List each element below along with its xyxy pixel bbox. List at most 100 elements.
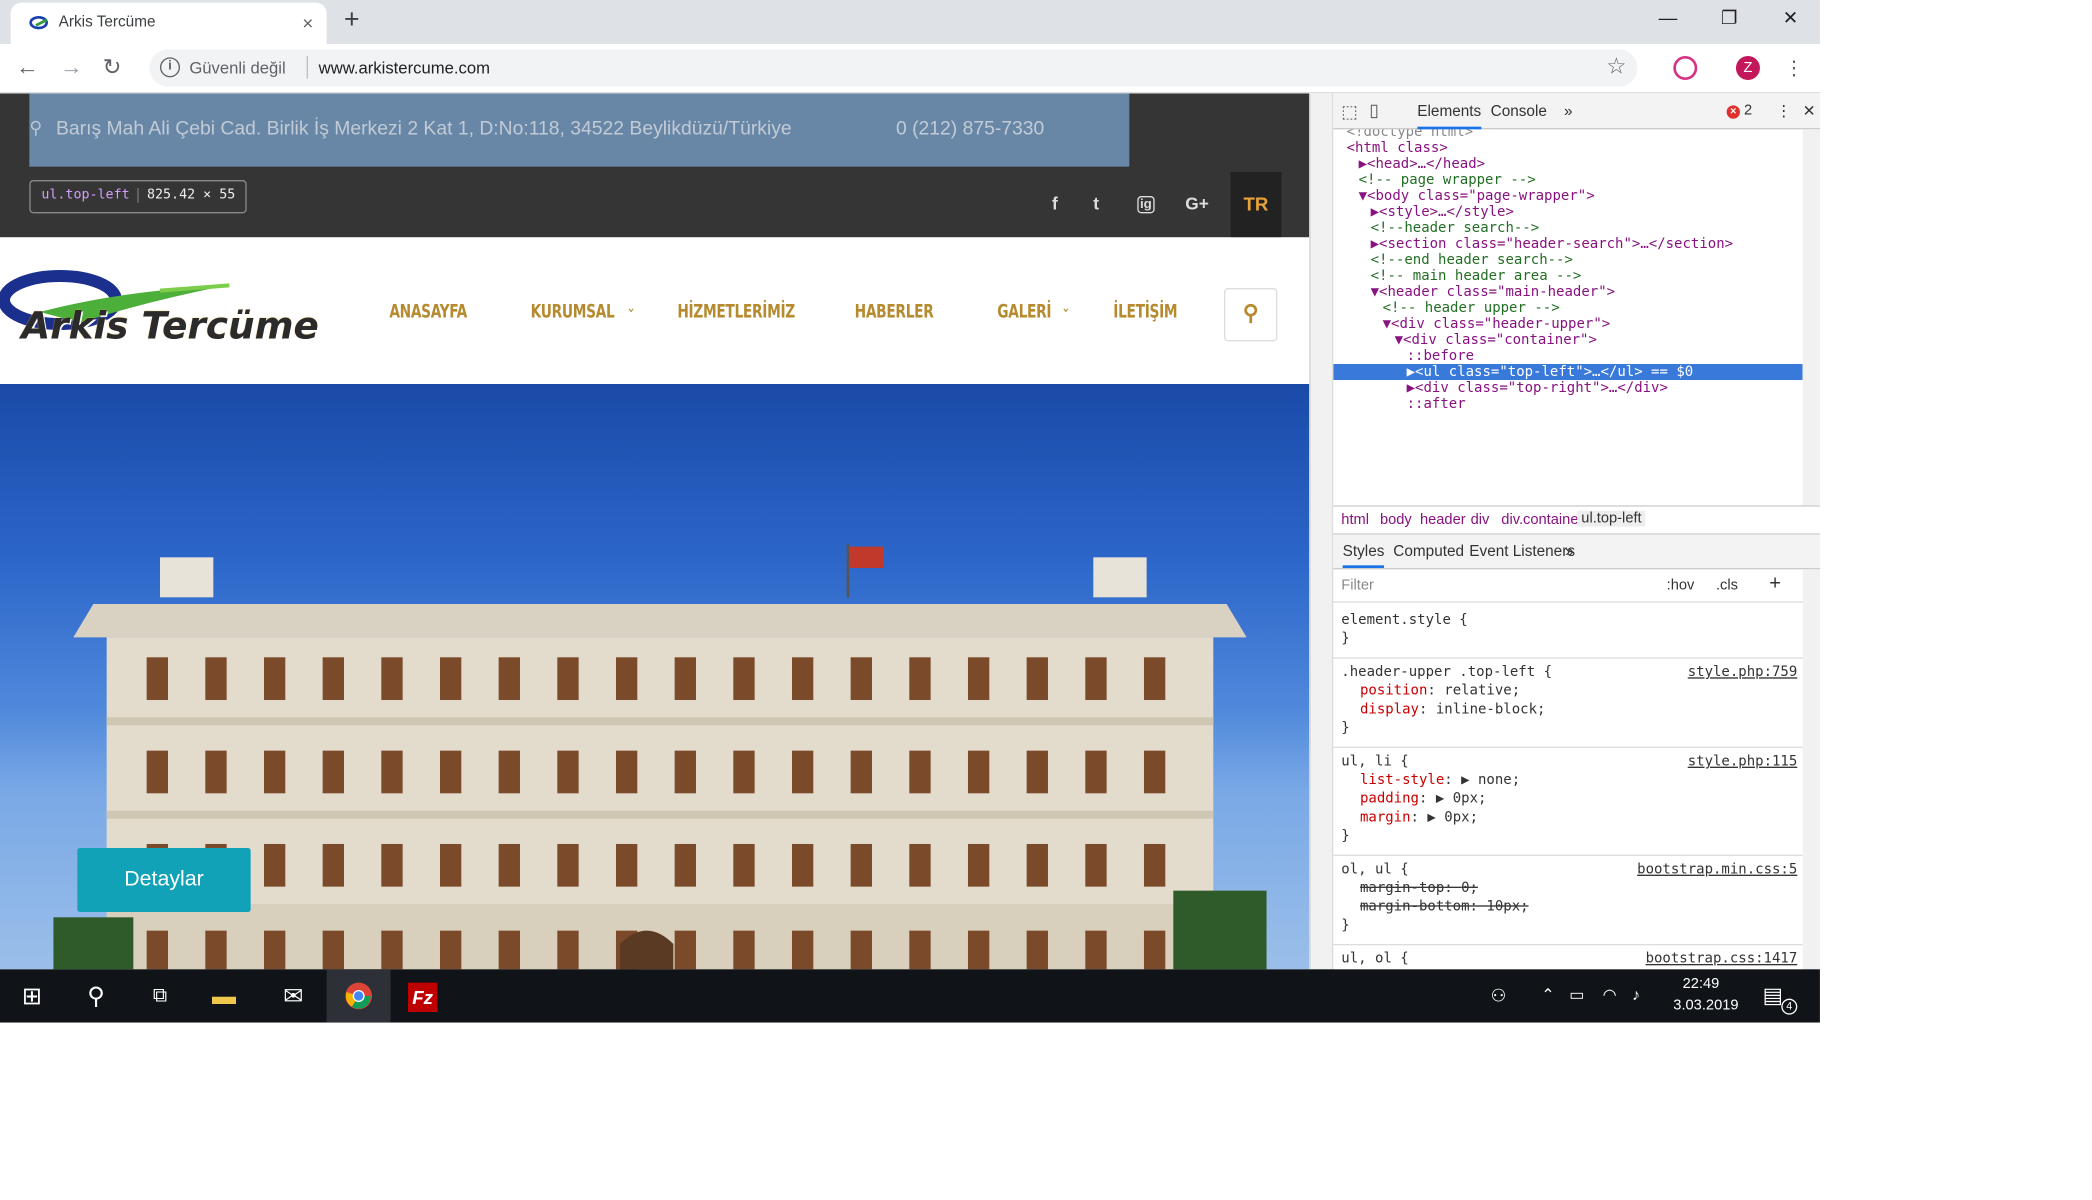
tab-close-icon[interactable]: ×: [302, 12, 313, 33]
dom-node[interactable]: ::before: [1333, 348, 1802, 364]
url-text[interactable]: www.arkistercume.com: [319, 59, 490, 78]
filezilla-icon[interactable]: Fz: [391, 969, 455, 1022]
clock-time[interactable]: 22:49: [1683, 976, 1720, 992]
breadcrumb-item[interactable]: div: [1471, 512, 1490, 528]
google-plus-icon[interactable]: G+: [1185, 193, 1209, 213]
battery-icon[interactable]: ▭: [1569, 985, 1584, 1004]
new-rule-button[interactable]: +: [1769, 572, 1781, 595]
dom-node[interactable]: <!--end header search-->: [1333, 252, 1802, 268]
css-declaration[interactable]: margin-bottom: 10px;: [1360, 897, 1529, 916]
more-tabs-icon[interactable]: »: [1564, 104, 1573, 120]
tab-event-listeners[interactable]: Event Listeners: [1469, 544, 1575, 560]
breadcrumb-item[interactable]: header: [1420, 512, 1466, 528]
css-rule[interactable]: ul, li {style.php:115 list-style: ▶ none;…: [1333, 749, 1803, 856]
profile-avatar[interactable]: Z: [1735, 55, 1760, 80]
breadcrumb-item[interactable]: div.container: [1501, 512, 1583, 528]
devtools-menu-icon[interactable]: ⋮: [1776, 101, 1791, 120]
css-declaration[interactable]: padding: ▶ 0px;: [1360, 789, 1486, 808]
inspect-element-icon[interactable]: ⬚: [1341, 101, 1357, 122]
css-source-link[interactable]: bootstrap.min.css:5: [1637, 860, 1797, 879]
site-logo[interactable]: Arkis Tercüme: [0, 267, 320, 354]
css-source-link[interactable]: style.php:759: [1688, 663, 1798, 682]
volume-icon[interactable]: ♪: [1632, 985, 1640, 1004]
styles-scrollbar[interactable]: [1802, 569, 1820, 970]
devtools-close-icon[interactable]: ✕: [1803, 101, 1816, 120]
details-button[interactable]: Detaylar: [77, 847, 251, 912]
css-declaration[interactable]: display: inline-block;: [1360, 700, 1545, 719]
menu-kebab-icon[interactable]: ⋮: [1784, 56, 1804, 80]
css-rule[interactable]: ul, ol {bootstrap.css:1417: [1333, 947, 1802, 970]
action-center-icon[interactable]: ▤: [1763, 983, 1783, 1010]
device-toolbar-icon[interactable]: ▯: [1369, 100, 1379, 121]
address-bar[interactable]: i Güvenli değil www.arkistercume.com ☆: [149, 49, 1638, 87]
dom-node[interactable]: <!-- main header area -->: [1333, 268, 1802, 284]
tab-elements[interactable]: Elements: [1417, 104, 1482, 130]
styles-filter[interactable]: Filter :hov .cls +: [1333, 569, 1803, 603]
nav-haberler[interactable]: HABERLER: [855, 301, 934, 322]
css-rule[interactable]: element.style {}: [1333, 608, 1803, 659]
bookmark-star-icon[interactable]: ☆: [1606, 53, 1626, 80]
instagram-icon[interactable]: ig: [1137, 195, 1155, 214]
twitter-icon[interactable]: t: [1093, 193, 1099, 213]
galeri-chevron-down-icon[interactable]: ⌄: [1061, 299, 1070, 316]
tab-computed[interactable]: Computed: [1393, 544, 1464, 560]
kurumsal-chevron-down-icon[interactable]: ⌄: [627, 299, 636, 316]
clock-date[interactable]: 3.03.2019: [1673, 997, 1738, 1013]
extension-icon[interactable]: [1673, 55, 1698, 80]
dom-node[interactable]: ▶<section class="header-search">…</secti…: [1333, 236, 1802, 252]
dom-node[interactable]: ▼<body class="page-wrapper">: [1333, 188, 1802, 204]
nav-galeri[interactable]: GALERİ: [997, 301, 1051, 322]
forward-arrow-icon[interactable]: →: [60, 55, 83, 82]
css-declaration[interactable]: position: relative;: [1360, 681, 1520, 700]
dom-node[interactable]: <!doctype html>: [1333, 129, 1802, 140]
dom-tree-scrollbar[interactable]: [1802, 129, 1820, 506]
css-source-link[interactable]: style.php:115: [1688, 752, 1798, 771]
search-button[interactable]: ⚲: [1223, 287, 1278, 342]
hov-toggle[interactable]: :hov: [1667, 577, 1695, 593]
contact-phone[interactable]: 0 (212) 875-7330: [896, 119, 1044, 140]
breadcrumb-item-current[interactable]: ul.top-left: [1577, 510, 1646, 527]
minimize-button[interactable]: —: [1637, 7, 1698, 28]
breadcrumb-item[interactable]: html: [1341, 512, 1369, 528]
dom-node[interactable]: <!--header search-->: [1333, 220, 1802, 236]
dom-node[interactable]: ▶<style>…</style>: [1333, 204, 1802, 220]
devtools-left-scrollbar[interactable]: [1310, 93, 1334, 970]
cls-toggle[interactable]: .cls: [1716, 577, 1738, 593]
start-windows-icon[interactable]: ⊞: [0, 969, 64, 1022]
error-badge[interactable]: × 2: [1726, 103, 1752, 119]
language-selector[interactable]: TR: [1230, 171, 1282, 238]
tab-styles[interactable]: Styles: [1342, 544, 1385, 568]
chrome-icon[interactable]: [326, 969, 391, 1023]
tab-console[interactable]: Console: [1491, 104, 1547, 120]
task-view-icon[interactable]: ⧉: [128, 969, 192, 1022]
file-explorer-icon[interactable]: ▬: [192, 969, 256, 1022]
new-tab-button[interactable]: +: [344, 5, 360, 36]
dom-node[interactable]: ▼<header class="main-header">: [1333, 284, 1802, 300]
nav-kurumsal[interactable]: KURUMSAL: [531, 301, 615, 322]
restore-button[interactable]: ❐: [1699, 7, 1760, 30]
nav-anasayfa[interactable]: ANASAYFA: [389, 301, 467, 322]
dom-node[interactable]: <html class>: [1333, 140, 1802, 156]
close-window-button[interactable]: ✕: [1760, 7, 1820, 30]
dom-node[interactable]: ▼<div class="container">: [1333, 332, 1802, 348]
search-icon[interactable]: ⚲: [64, 969, 128, 1022]
css-declaration[interactable]: margin: ▶ 0px;: [1360, 808, 1478, 827]
mail-icon[interactable]: ✉: [261, 969, 325, 1022]
nav-hizmetlerimiz[interactable]: HİZMETLERİMİZ: [677, 301, 795, 322]
security-label[interactable]: Güvenli değil: [189, 59, 285, 78]
breadcrumb-item[interactable]: body: [1380, 512, 1412, 528]
browser-tab[interactable]: Arkis Tercüme ×: [10, 2, 327, 44]
wifi-icon[interactable]: ◠: [1603, 985, 1617, 1004]
css-source-link[interactable]: bootstrap.css:1417: [1646, 949, 1798, 968]
css-declaration[interactable]: list-style: ▶ none;: [1360, 771, 1520, 790]
reload-icon[interactable]: ↻: [103, 55, 122, 82]
css-rule[interactable]: .header-upper .top-left {style.php:759 po…: [1333, 660, 1803, 748]
facebook-icon[interactable]: f: [1052, 193, 1058, 213]
css-declaration[interactable]: margin-top: 0;: [1360, 879, 1478, 898]
dom-node[interactable]: ▶<head>…</head>: [1333, 156, 1802, 172]
nav-iletisim[interactable]: İLETİŞİM: [1113, 301, 1177, 322]
tray-chevron-up-icon[interactable]: ⌃: [1541, 985, 1554, 1004]
info-icon[interactable]: i: [159, 57, 180, 78]
filter-input[interactable]: Filter: [1341, 577, 1374, 593]
more-style-tabs-icon[interactable]: »: [1565, 544, 1574, 560]
